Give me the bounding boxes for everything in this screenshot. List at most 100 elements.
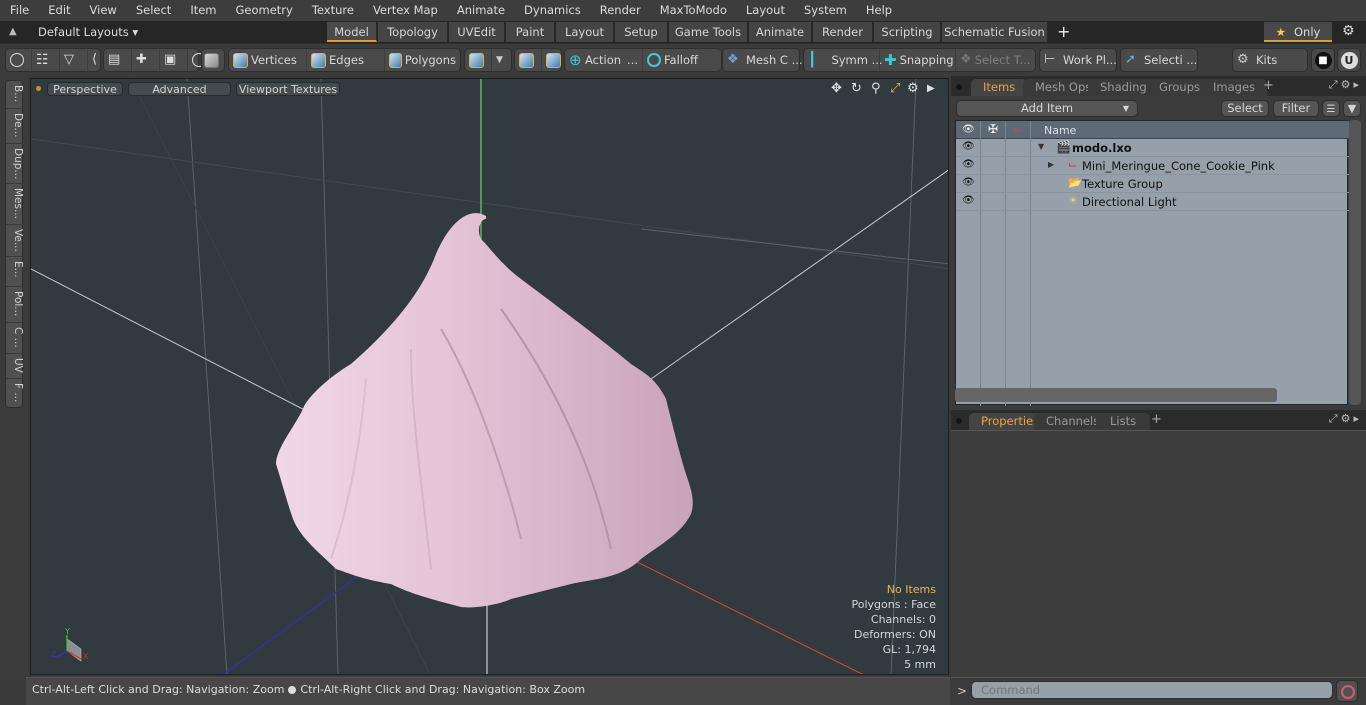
default-layouts-dropdown[interactable]: Default Layouts ▾ <box>38 21 138 43</box>
maximize-view-icon[interactable]: ⤢ <box>890 81 900 96</box>
select-button[interactable]: Select <box>1221 100 1269 117</box>
polygons-button[interactable]: Polygons <box>385 49 460 71</box>
tab-setup[interactable]: Setup <box>615 22 668 42</box>
add-panel-tab-icon[interactable]: + <box>1263 78 1274 93</box>
tree-row-scene[interactable]: 👁 ▼ 🎬 modo.lxo <box>956 139 1349 157</box>
tab-game-tools[interactable]: Game Tools <box>669 22 748 42</box>
menu-dynamics[interactable]: Dynamics <box>514 0 590 21</box>
visibility-eye-icon[interactable]: 👁 <box>962 141 975 152</box>
tab-paint[interactable]: Paint <box>506 22 555 42</box>
command-input[interactable] <box>971 681 1333 699</box>
left-tab-uv[interactable]: UV <box>6 354 24 379</box>
kits-button[interactable]: ⚙ Kits <box>1232 48 1308 72</box>
menu-vertex-map[interactable]: Vertex Map <box>363 0 447 21</box>
falloff-button[interactable]: Falloff <box>643 49 721 71</box>
collapse-up-icon[interactable]: ▲ <box>9 26 21 38</box>
tab-lists[interactable]: Lists <box>1096 413 1151 430</box>
menu-texture[interactable]: Texture <box>302 0 363 21</box>
viewport-gear-icon[interactable]: ⚙ <box>907 81 919 96</box>
item-mode-button[interactable] <box>201 48 225 72</box>
filter-button[interactable]: Filter <box>1273 100 1319 117</box>
meringue-mesh[interactable] <box>276 213 693 608</box>
locator-column-icon[interactable]: ⌙ <box>1013 122 1022 135</box>
action-center-button[interactable]: ⊕ Action... <box>565 49 643 71</box>
left-tab-duplicate[interactable]: Dup... <box>6 144 24 184</box>
visibility-eye-icon[interactable]: 👁 <box>962 195 975 206</box>
expand-icon[interactable]: ⤢ <box>1329 412 1341 425</box>
tree-row-mesh[interactable]: 👁 ▶ ⌙ Mini_Meringue_Cone_Cookie_Pink <box>956 157 1349 175</box>
tab-layout[interactable]: Layout <box>556 22 614 42</box>
menu-select[interactable]: Select <box>126 0 180 21</box>
menu-geometry[interactable]: Geometry <box>226 0 302 21</box>
panel-dot-icon[interactable] <box>956 418 962 424</box>
menu-maxtomodo[interactable]: MaxToModo <box>650 0 736 21</box>
snapping-button[interactable]: ✚ Snapping <box>880 49 956 71</box>
list-options-button[interactable]: ☰ <box>1322 100 1340 117</box>
left-tab-edge[interactable]: E... <box>6 257 24 287</box>
menu-edit[interactable]: Edit <box>38 0 79 21</box>
add-layout-tab-button[interactable]: + <box>1057 21 1070 43</box>
rotate-view-icon[interactable]: ↻ <box>851 81 862 96</box>
left-tab-b[interactable]: B... <box>6 81 24 109</box>
viewport-expand-arrow-icon[interactable]: ▶ <box>927 83 935 94</box>
tab-items[interactable]: Items <box>971 79 1028 96</box>
expand-triangle-icon[interactable]: ▼ <box>1038 142 1044 151</box>
selection-sets-button[interactable]: ➚ Selecti ... <box>1120 48 1198 72</box>
menu-item[interactable]: Item <box>180 0 225 21</box>
zoom-view-icon[interactable]: ⚲ <box>871 81 881 96</box>
pen-button[interactable]: ▽ <box>60 49 88 71</box>
menu-animate[interactable]: Animate <box>447 0 514 21</box>
tree-row-texture-group[interactable]: 👁 📂 Texture Group <box>956 175 1349 193</box>
move-view-icon[interactable]: ✥ <box>831 81 842 96</box>
unreal-button[interactable]: U <box>1337 48 1361 72</box>
only-toggle[interactable]: ★ Only <box>1264 22 1332 42</box>
left-tab-deform[interactable]: De... <box>6 109 24 144</box>
tab-animate[interactable]: Animate <box>749 22 812 42</box>
viewport-status-dot[interactable] <box>36 86 41 91</box>
tree-row-directional-light[interactable]: 👁 ☀ Directional Light <box>956 193 1349 211</box>
tab-schematic-fusion[interactable]: Schematic Fusion <box>942 22 1048 42</box>
panel-dot-icon[interactable] <box>956 84 962 90</box>
tab-scripting[interactable]: Scripting <box>874 22 941 42</box>
item-list-vertical-scrollbar[interactable] <box>1349 120 1361 405</box>
visibility-eye-icon[interactable]: 👁 <box>962 159 975 170</box>
menu-help[interactable]: Help <box>856 0 901 21</box>
column-name-header[interactable]: Name <box>1044 124 1076 137</box>
menu-view[interactable]: View <box>80 0 126 21</box>
mesh-constraint-button[interactable]: ❖ Mesh C ... <box>722 48 803 72</box>
tab-render[interactable]: Render <box>813 22 873 42</box>
tab-model[interactable]: Model <box>327 22 377 42</box>
tab-uvedit[interactable]: UVEdit <box>449 22 505 42</box>
gear-icon[interactable]: ⚙ <box>1342 23 1355 39</box>
symmetry-button[interactable]: ┃ Symm ... <box>804 49 883 71</box>
funnel-filter-button[interactable]: ▼ <box>1343 100 1361 117</box>
3d-viewport[interactable]: Y X Z Perspective Advanced Viewport Text… <box>30 78 949 675</box>
advanced-button[interactable]: Advanced <box>128 82 231 96</box>
modo-cube-button[interactable]: ■ <box>1311 48 1335 72</box>
viewport-textures-button[interactable]: Viewport Textures <box>236 82 340 96</box>
panel-arrow-icon[interactable]: ▸ <box>1353 412 1362 425</box>
stack-button[interactable]: ▤ <box>104 49 132 71</box>
visibility-column-eye-icon[interactable]: 👁 <box>962 124 975 135</box>
menu-layout[interactable]: Layout <box>736 0 794 21</box>
menu-file[interactable]: File <box>0 0 38 21</box>
panel-gear-icon[interactable]: ⚙ <box>1341 412 1354 425</box>
menu-render[interactable]: Render <box>590 0 650 21</box>
add-item-dropdown[interactable]: Add Item ▼ <box>956 100 1138 117</box>
material-mode-button[interactable] <box>465 49 492 71</box>
left-tab-curve[interactable]: C ... <box>6 323 24 354</box>
square-button[interactable]: ▣ <box>160 49 188 71</box>
record-macro-button[interactable] <box>1336 680 1358 702</box>
tab-topology[interactable]: Topology <box>378 22 448 42</box>
left-tab-vertex[interactable]: Ve... <box>6 225 24 257</box>
vertices-button[interactable]: Vertices <box>229 49 307 71</box>
panel-gear-icon[interactable]: ⚙ <box>1341 78 1354 91</box>
left-tab-polygon[interactable]: Pol... <box>6 287 24 323</box>
lock-column-icon[interactable]: ✠ <box>988 122 998 136</box>
left-tab-fusion[interactable]: F ... <box>6 379 24 409</box>
edges-button[interactable]: Edges <box>307 49 385 71</box>
work-plane-button[interactable]: ⊢ Work Pl... <box>1039 48 1117 72</box>
left-tab-mesh[interactable]: Mes... <box>6 184 24 225</box>
visibility-eye-icon[interactable]: 👁 <box>962 177 975 188</box>
item-list-horizontal-scrollbar[interactable] <box>955 388 1277 402</box>
